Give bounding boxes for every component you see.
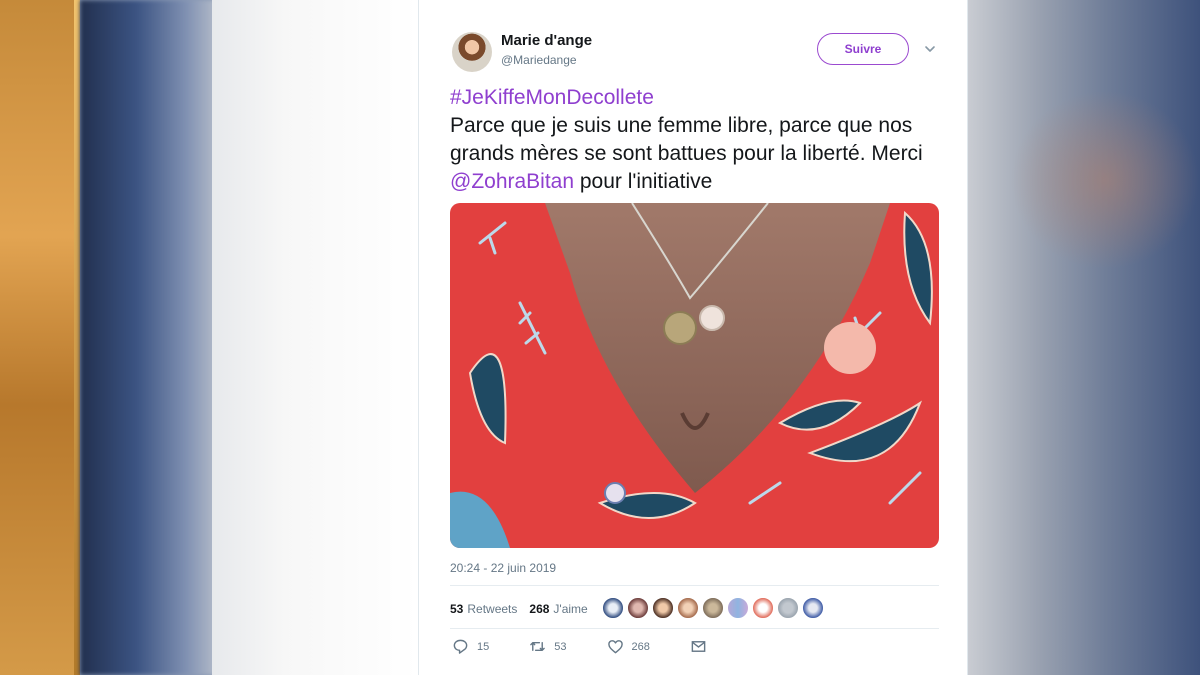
- likes-count[interactable]: 268: [529, 602, 549, 616]
- tweet-card: Marie d'ange @Mariedange Suivre #JeKiffe…: [418, 0, 968, 675]
- liker-avatar[interactable]: [752, 597, 774, 619]
- liker-avatar[interactable]: [702, 597, 724, 619]
- liker-avatar[interactable]: [727, 597, 749, 619]
- follow-button[interactable]: Suivre: [817, 33, 909, 65]
- like-count: 268: [631, 640, 650, 653]
- tweet-text: #JeKiffeMonDecollete Parce que je suis u…: [450, 84, 950, 196]
- reply-icon: [453, 639, 468, 654]
- mention-link[interactable]: @ZohraBitan: [450, 170, 574, 193]
- author-handle[interactable]: @Mariedange: [501, 53, 577, 67]
- liker-avatar[interactable]: [602, 597, 624, 619]
- retweets-label[interactable]: Retweets: [467, 602, 517, 616]
- liker-avatar[interactable]: [777, 597, 799, 619]
- chevron-down-icon[interactable]: [923, 42, 937, 56]
- retweets-count[interactable]: 53: [450, 602, 463, 616]
- reply-count: 15: [477, 640, 490, 653]
- tweet-actions: 15 53 268: [452, 638, 747, 655]
- reply-button[interactable]: 15: [452, 638, 489, 655]
- tweet-timestamp[interactable]: 20:24 - 22 juin 2019: [450, 561, 556, 575]
- divider-bottom: [450, 628, 939, 629]
- tweet-text-part1: Parce que je suis une femme libre, parce…: [450, 114, 923, 165]
- likers-avatars: [602, 597, 824, 619]
- background-gold-band: [0, 0, 80, 675]
- message-button[interactable]: [690, 638, 707, 655]
- heart-icon: [607, 640, 623, 654]
- tweet-text-part2: pour l'initiative: [574, 170, 713, 193]
- author-avatar[interactable]: [452, 32, 492, 72]
- retweet-icon: [530, 642, 546, 651]
- hashtag-link[interactable]: #JeKiffeMonDecollete: [450, 86, 654, 109]
- divider-top: [450, 585, 939, 586]
- photo-illustration: [450, 203, 939, 548]
- liker-avatar[interactable]: [802, 597, 824, 619]
- envelope-icon: [691, 641, 706, 652]
- background-white-left: [212, 0, 418, 675]
- author-name[interactable]: Marie d'ange: [501, 32, 592, 49]
- liker-avatar[interactable]: [652, 597, 674, 619]
- tweet-photo[interactable]: [450, 203, 939, 548]
- tweet-stats: 53 Retweets 268 J'aime: [450, 600, 588, 618]
- background-blur-left: [80, 0, 220, 675]
- retweet-count: 53: [554, 640, 567, 653]
- liker-avatar[interactable]: [627, 597, 649, 619]
- likes-label[interactable]: J'aime: [553, 602, 587, 616]
- like-button[interactable]: 268: [607, 638, 650, 655]
- background-blur-warm: [1010, 90, 1200, 270]
- retweet-button[interactable]: 53: [529, 638, 567, 655]
- liker-avatar[interactable]: [677, 597, 699, 619]
